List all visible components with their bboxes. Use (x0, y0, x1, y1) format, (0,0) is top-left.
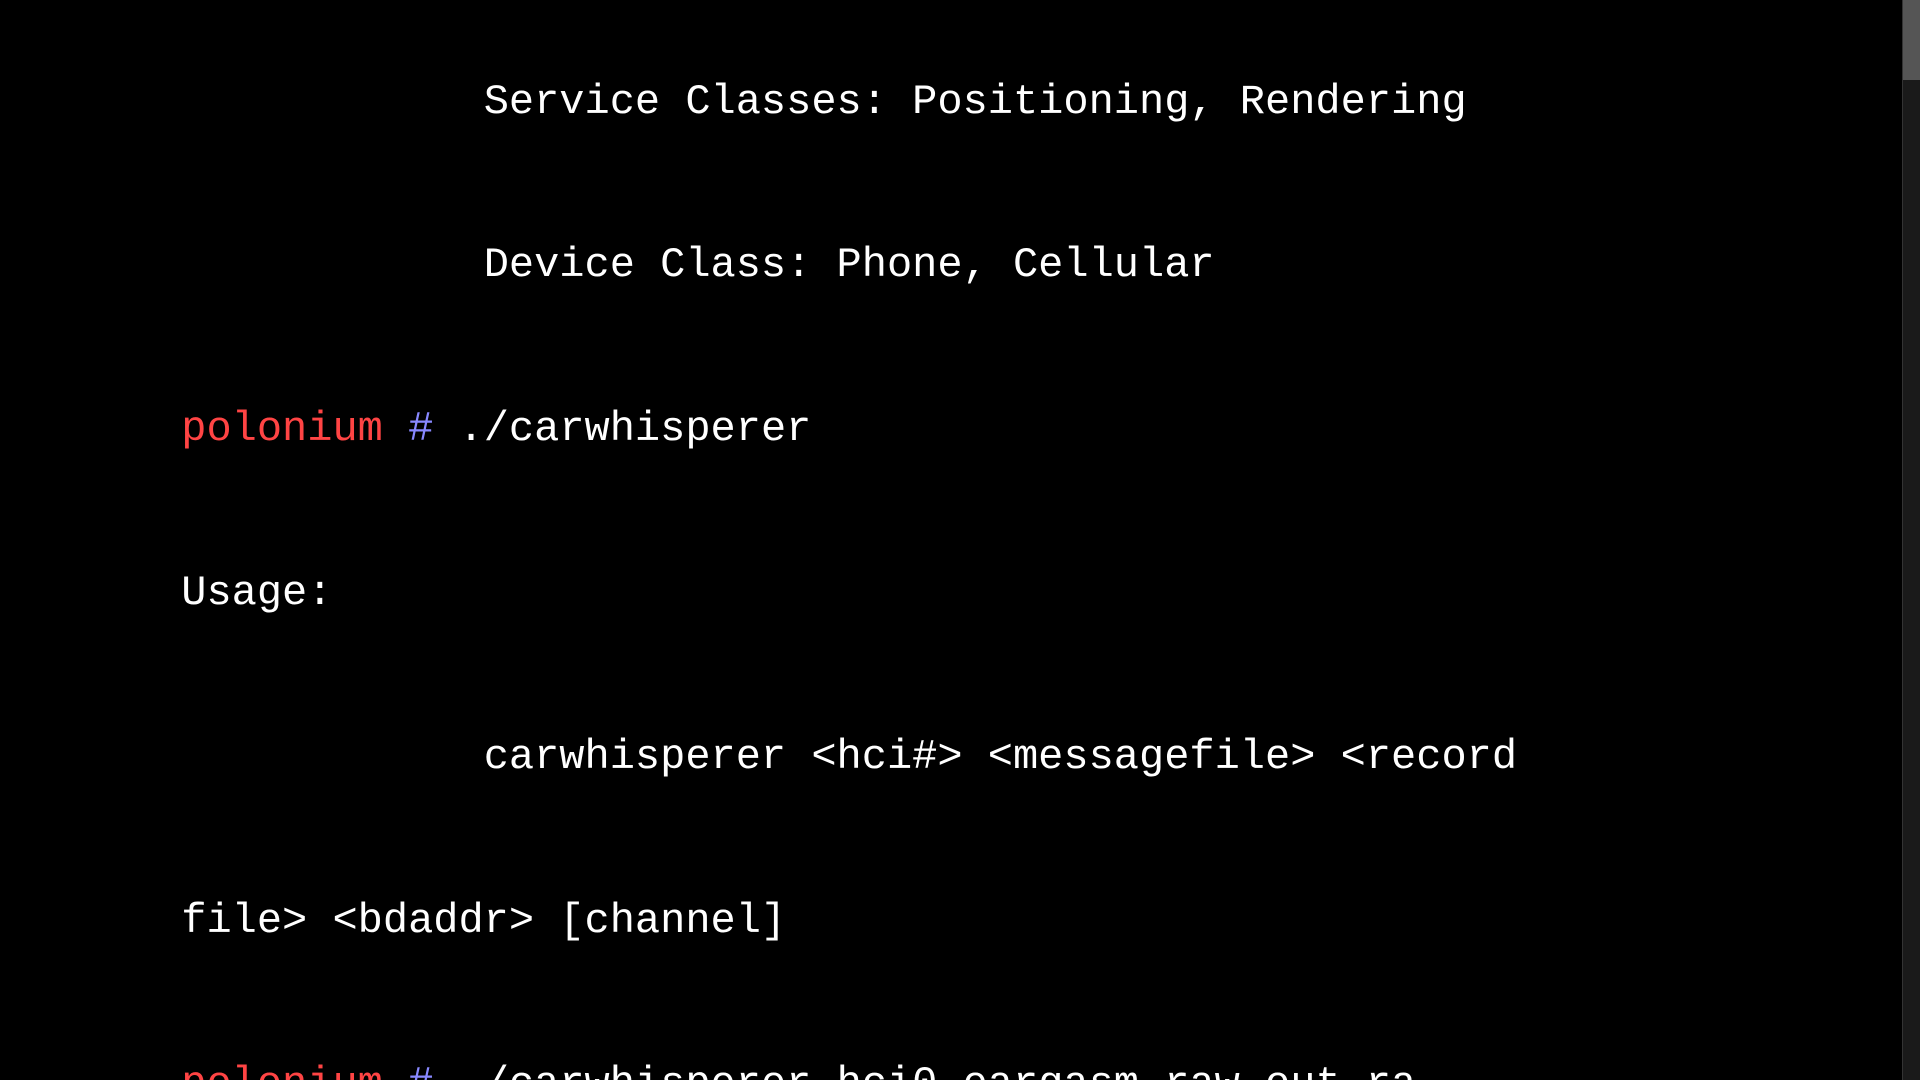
command-1: ./carwhisperer (433, 405, 811, 453)
scrollbar[interactable] (1902, 0, 1920, 1080)
prompt-user-2: polonium (181, 1060, 383, 1080)
prompt-user-1: polonium (181, 405, 383, 453)
line-device-class: Device Class: Phone, Cellular (30, 184, 1870, 348)
scrollbar-thumb[interactable] (1903, 0, 1920, 80)
service-classes-text (181, 78, 483, 126)
line-file-bdaddr: file> <bdaddr> [channel] (30, 839, 1870, 1003)
terminal-window[interactable]: Service Classes: Positioning, Rendering … (0, 0, 1920, 1080)
command-2: ./carwhisperer hci0 eargasm.raw out.ra (433, 1060, 1416, 1080)
terminal-content: Service Classes: Positioning, Rendering … (30, 20, 1890, 1080)
line-prompt-1: polonium # ./carwhisperer (30, 348, 1870, 512)
line-usage: Usage: (30, 511, 1870, 675)
line-carwhisperer-usage: carwhisperer <hci#> <messagefile> <recor… (30, 675, 1870, 839)
prompt-hash-1: # (383, 405, 433, 453)
line-prompt-2: polonium # ./carwhisperer hci0 eargasm.r… (30, 1003, 1870, 1080)
line-service-classes: Service Classes: Positioning, Rendering (30, 20, 1870, 184)
prompt-hash-2: # (383, 1060, 433, 1080)
